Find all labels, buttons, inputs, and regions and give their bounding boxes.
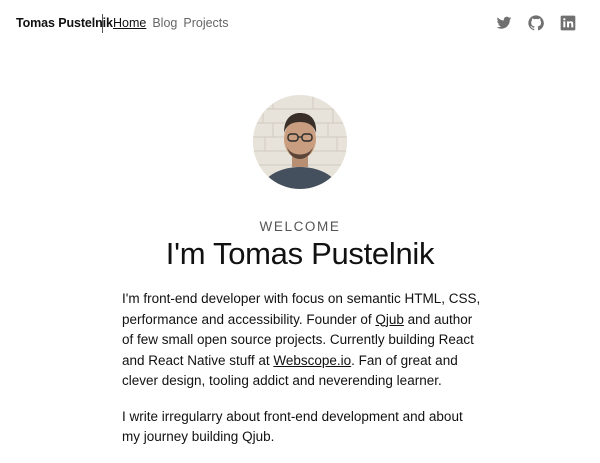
linkedin-icon[interactable] [560, 15, 576, 31]
main-nav: Home Blog Projects [113, 16, 229, 30]
blog-paragraph: I write irregularry about front-end deve… [122, 408, 463, 445]
social-links [496, 15, 576, 31]
avatar [253, 95, 347, 189]
nav-home[interactable]: Home [113, 16, 146, 30]
site-brand[interactable]: Tomas Pustelnik [16, 16, 113, 30]
github-icon[interactable] [528, 15, 544, 31]
nav-projects[interactable]: Projects [183, 16, 228, 30]
welcome-label: WELCOME [259, 219, 341, 234]
nav-blog[interactable]: Blog [152, 16, 177, 30]
twitter-icon[interactable] [496, 15, 512, 31]
page-title: I'm Tomas Pustelnik [165, 236, 435, 271]
brand-divider [102, 14, 103, 33]
intro-text: I'm front-end developer with focus on se… [122, 289, 482, 463]
site-header: Tomas Pustelnik Home Blog Projects [0, 0, 600, 48]
qjub-link[interactable]: Qjub [375, 312, 404, 327]
webscope-link[interactable]: Webscope.io [273, 353, 351, 368]
intro-paragraph: I'm front-end developer with focus on se… [122, 289, 482, 392]
